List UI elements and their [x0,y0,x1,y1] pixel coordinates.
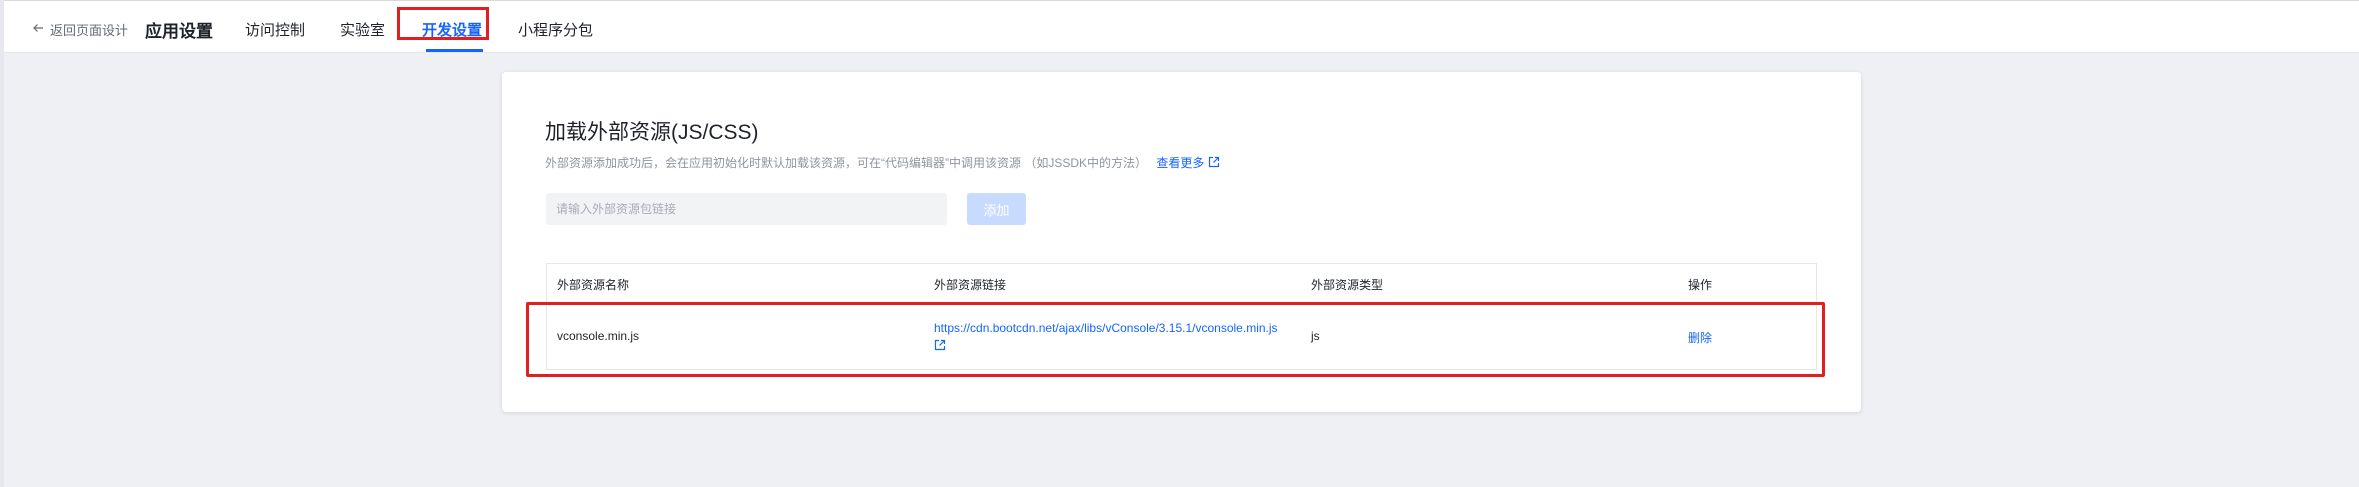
back-to-page-design-link[interactable]: 返回页面设计 [32,20,128,39]
arrow-left-icon [32,22,44,37]
page-title: 应用设置 [145,22,213,41]
active-tab-indicator [426,49,483,52]
tab-lab[interactable]: 实验室 [340,19,385,40]
table-header: 外部资源名称 外部资源链接 外部资源类型 操作 [547,264,1816,304]
view-more-link[interactable]: 查看更多 [1156,154,1220,171]
tab-access-control[interactable]: 访问控制 [245,19,305,40]
top-nav-bar: 返回页面设计 应用设置 访问控制 实验室 开发设置 小程序分包 [4,1,2359,53]
resource-url-input[interactable] [546,193,947,225]
row-highlight-box [526,302,1825,377]
add-button[interactable]: 添加 [967,193,1026,225]
column-header-action: 操作 [1688,278,1713,292]
column-header-url: 外部资源链接 [934,278,1007,292]
view-more-label: 查看更多 [1156,156,1205,170]
back-label: 返回页面设计 [50,23,129,38]
description-text: 外部资源添加成功后，会在应用初始化时默认加载该资源，可在“代码编辑器”中调用该资… [545,156,1148,170]
tab-mini-program-subpackage[interactable]: 小程序分包 [518,19,593,40]
column-header-type: 外部资源类型 [1311,278,1384,292]
left-border [0,0,4,487]
card-description: 外部资源添加成功后，会在应用初始化时默认加载该资源，可在“代码编辑器”中调用该资… [545,154,1220,171]
column-header-name: 外部资源名称 [557,278,630,292]
tab-highlight-box [397,7,489,40]
external-link-icon [1208,156,1220,170]
card-title: 加载外部资源(JS/CSS) [545,121,759,144]
